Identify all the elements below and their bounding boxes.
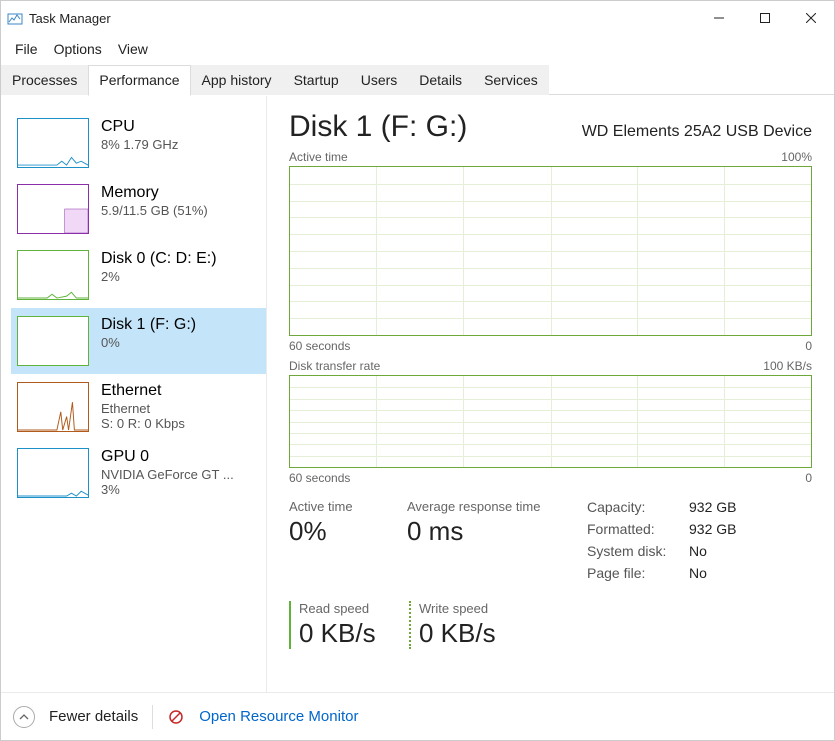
tab-processes[interactable]: Processes [1,65,88,95]
divider [152,705,153,729]
sidebar-item-sub: 2% [101,269,217,284]
chart-label: Active time [289,150,348,164]
tab-details[interactable]: Details [408,65,473,95]
app-icon [7,10,23,26]
stat-label: Write speed [419,601,496,616]
task-manager-window: Task Manager File Options View Processes… [0,0,835,741]
read-speed-stat: Read speed 0 KB/s [289,601,379,649]
write-speed-stat: Write speed 0 KB/s [409,601,496,649]
stat-value: 0 ms [407,516,557,547]
spec-key: Page file: [587,565,689,581]
chart-xright: 0 [805,339,812,353]
sidebar-item-ethernet[interactable]: Ethernet Ethernet S: 0 R: 0 Kbps [11,374,266,440]
sidebar-item-title: Ethernet [101,382,185,400]
avg-response-stat: Average response time 0 ms [407,499,557,587]
spec-value: No [689,543,707,559]
sidebar-item-sub: NVIDIA GeForce GT ... [101,467,234,482]
sidebar-item-title: CPU [101,118,178,136]
open-resource-monitor-link[interactable]: Open Resource Monitor [199,708,358,725]
sidebar: CPU 8% 1.79 GHz Memory 5.9/11.5 GB (51%) [1,96,266,692]
chart-box [289,166,812,336]
spec-value: 932 GB [689,521,736,537]
tabs: Processes Performance App history Startu… [1,65,834,96]
close-button[interactable] [788,2,834,34]
active-time-chart: Active time 100% 60 seconds 0 [289,150,812,353]
resource-monitor-icon [167,708,185,726]
tab-performance[interactable]: Performance [88,65,190,96]
content: CPU 8% 1.79 GHz Memory 5.9/11.5 GB (51%) [1,96,834,692]
titlebar: Task Manager [1,1,834,35]
sidebar-item-sub: 8% 1.79 GHz [101,137,178,152]
chart-box [289,375,812,468]
spec-key: Capacity: [587,499,689,515]
stat-value: 0 KB/s [419,618,496,649]
main-panel: Disk 1 (F: G:) WD Elements 25A2 USB Devi… [266,96,834,692]
spec-value: 932 GB [689,499,736,515]
transfer-rate-chart: Disk transfer rate 100 KB/s 60 seconds 0 [289,359,812,485]
sidebar-item-memory[interactable]: Memory 5.9/11.5 GB (51%) [11,176,266,242]
fewer-details-button[interactable]: Fewer details [49,708,138,725]
maximize-button[interactable] [742,2,788,34]
stat-label: Read speed [299,601,379,616]
sidebar-item-sub2: 3% [101,482,234,497]
sidebar-item-disk0[interactable]: Disk 0 (C: D: E:) 2% [11,242,266,308]
tab-services[interactable]: Services [473,65,549,95]
menu-file[interactable]: File [7,39,46,59]
sidebar-item-disk1[interactable]: Disk 1 (F: G:) 0% [11,308,266,374]
chart-xright: 0 [805,471,812,485]
spec-table: Capacity:932 GB Formatted:932 GB System … [587,499,736,587]
tab-startup[interactable]: Startup [283,65,350,95]
disk1-thumb [17,316,89,366]
sidebar-item-title: Disk 1 (F: G:) [101,316,196,334]
tab-users[interactable]: Users [350,65,409,95]
sidebar-item-sub: Ethernet [101,401,185,416]
footer: Fewer details Open Resource Monitor [1,692,834,740]
sidebar-item-gpu0[interactable]: GPU 0 NVIDIA GeForce GT ... 3% [11,440,266,506]
chart-max: 100% [781,150,812,164]
stats-row: Active time 0% Average response time 0 m… [289,499,812,587]
memory-thumb [17,184,89,234]
sidebar-item-title: GPU 0 [101,448,234,466]
sidebar-item-title: Memory [101,184,208,202]
chevron-up-icon[interactable] [13,706,35,728]
stat-label: Active time [289,499,377,514]
minimize-button[interactable] [696,2,742,34]
disk-title: Disk 1 (F: G:) [289,110,467,144]
chart-xleft: 60 seconds [289,339,350,353]
spec-key: Formatted: [587,521,689,537]
sidebar-item-sub: 5.9/11.5 GB (51%) [101,203,208,218]
chart-max: 100 KB/s [763,359,812,373]
menubar: File Options View [1,35,834,65]
spec-value: No [689,565,707,581]
sidebar-item-sub2: S: 0 R: 0 Kbps [101,416,185,431]
chart-label: Disk transfer rate [289,359,380,373]
ethernet-thumb [17,382,89,432]
spec-key: System disk: [587,543,689,559]
stat-value: 0 KB/s [299,618,379,649]
disk0-thumb [17,250,89,300]
chart-xleft: 60 seconds [289,471,350,485]
device-name: WD Elements 25A2 USB Device [582,123,812,141]
sidebar-item-sub: 0% [101,335,196,350]
sidebar-item-title: Disk 0 (C: D: E:) [101,250,217,268]
stat-label: Average response time [407,499,557,514]
gpu0-thumb [17,448,89,498]
active-time-stat: Active time 0% [289,499,377,587]
stat-value: 0% [289,516,377,547]
tab-app-history[interactable]: App history [191,65,283,95]
cpu-thumb [17,118,89,168]
window-title: Task Manager [29,11,111,26]
menu-view[interactable]: View [110,39,156,59]
menu-options[interactable]: Options [46,39,110,59]
sidebar-item-cpu[interactable]: CPU 8% 1.79 GHz [11,110,266,176]
rw-row: Read speed 0 KB/s Write speed 0 KB/s [289,601,812,649]
